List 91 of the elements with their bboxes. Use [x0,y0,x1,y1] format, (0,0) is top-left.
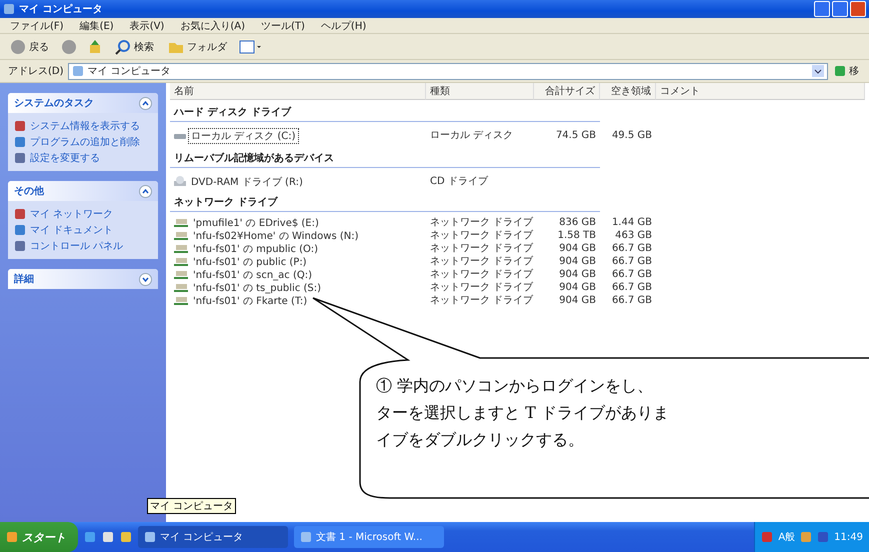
callout-text: ① 学内のパソコンからログインをし、 [376,375,654,397]
menu-item[interactable]: 編集(E) [78,18,116,32]
menu-item[interactable]: 表示(V) [128,18,166,32]
clock: 11:49 [834,532,863,542]
table-cell-text: 1.58 TB [556,229,597,242]
disc-drive-icon [174,176,186,187]
task-link[interactable]: プログラムの追加と削除 [14,135,152,149]
group-header: ハード ディスク ドライブ [170,100,600,122]
column-header[interactable]: 合計サイズ [534,83,600,100]
network-drive-icon [174,282,188,292]
table-cell-text: ネットワーク ドライブ [429,216,534,229]
up-folder-icon[interactable] [87,38,103,54]
table-cell-text: 904 GB [558,281,597,294]
collapse-chevron-icon[interactable] [139,184,152,198]
tooltip: マイ コンピュータ [147,498,236,514]
collapse-chevron-icon[interactable] [139,96,152,110]
network-drive-icon [174,230,188,240]
table-cell-text: 836 GB [558,216,597,229]
taskbar-button[interactable]: マイ コンピュータ [138,526,288,548]
panel-title: システムのタスク [14,97,94,110]
table-cell-text: 66.7 GB [610,242,653,255]
network-drive-icon [174,218,188,228]
drive-item[interactable]: DVD-RAM ドライブ (R:) [170,175,426,188]
callout-text: イブをダブルクリックする。 [376,429,585,451]
column-header[interactable]: コメント [656,83,865,100]
drive-item[interactable]: 'nfu-fs02¥Home' の Windows (N:) [170,229,426,242]
menu-item[interactable]: ツール(T) [259,18,307,32]
table-cell-text: 1.44 GB [610,216,653,229]
column-header[interactable]: 種類 [426,83,534,100]
column-header[interactable]: 空き領域 [600,83,656,100]
drive-item[interactable]: 'nfu-fs01' の Fkarte (T:) [170,294,426,307]
maximize-button[interactable] [832,1,848,17]
taskbar-button[interactable]: 文書 1 - Microsoft W... [294,526,444,548]
close-button[interactable] [850,1,866,17]
start-button[interactable]: スタート [0,522,78,552]
menu-item[interactable]: ヘルプ(H) [318,18,368,32]
search-icon [115,38,131,54]
table-cell-text: ネットワーク ドライブ [429,281,534,294]
network-drive-icon [174,256,188,266]
drive-item[interactable]: 'pmufile1' の EDrive$ (E:) [170,216,426,229]
panel-title: その他 [14,184,44,198]
views-button[interactable] [239,38,261,54]
panel-title: 詳細 [14,272,34,286]
table-cell-text: 904 GB [558,294,597,307]
group-header: リムーバブル記憶域があるデバイス [170,146,600,168]
network-drive-icon [174,296,188,306]
table-cell-text: 904 GB [558,255,597,268]
callout-text: ターを選択しますと T ドライブがありま [376,402,669,424]
table-cell-text: CD ドライブ [429,175,489,188]
table-cell-text: ネットワーク ドライブ [429,242,534,255]
task-link[interactable]: コントロール パネル [14,239,152,253]
network-drive-icon [174,244,188,254]
table-cell-text: ネットワーク ドライブ [429,229,534,242]
task-link[interactable]: システム情報を表示する [14,119,152,133]
address-value: マイ コンピュータ [88,65,171,78]
table-cell-text: ローカル ディスク [429,129,514,142]
table-cell-text: ネットワーク ドライブ [429,255,534,268]
table-cell-text: ネットワーク ドライブ [429,294,534,307]
drive-item[interactable]: 'nfu-fs01' の mpublic (O:) [170,242,426,255]
table-cell-text: 66.7 GB [610,281,653,294]
column-header[interactable]: 名前 [170,83,426,100]
menu-item[interactable]: ファイル(F) [8,18,66,32]
task-link[interactable]: マイ ドキュメント [14,223,152,237]
search-button[interactable]: 検索 [113,38,156,54]
drive-item[interactable]: 'nfu-fs01' の ts_public (S:) [170,281,426,294]
back-button[interactable]: 戻る [8,38,51,54]
table-cell-text: ネットワーク ドライブ [429,268,534,281]
drive-item[interactable]: ローカル ディスク (C:) [170,129,426,142]
address-label: アドレス(D) [8,65,64,78]
minimize-button[interactable] [814,1,830,17]
table-cell-text: 463 GB [614,229,653,242]
table-cell-text: 74.5 GB [554,129,597,142]
drive-item[interactable]: 'nfu-fs01' の scn_ac (Q:) [170,268,426,281]
table-cell-text: 66.7 GB [610,294,653,307]
table-cell-text: 66.7 GB [610,268,653,281]
table-cell-text: 904 GB [558,268,597,281]
network-drive-icon [174,270,188,280]
table-cell-text: 49.5 GB [610,129,653,142]
menu-item[interactable]: お気に入り(A) [178,18,247,32]
group-header: ネットワーク ドライブ [170,190,600,212]
address-field[interactable]: マイ コンピュータ [68,62,828,80]
table-cell-text: 904 GB [558,242,597,255]
task-link[interactable]: マイ ネットワーク [14,207,152,221]
window-title: マイ コンピュータ [19,2,102,16]
drive-item[interactable]: 'nfu-fs01' の public (P:) [170,255,426,268]
go-button[interactable]: 移 [832,64,861,78]
task-link[interactable]: 設定を変更する [14,151,152,165]
expand-chevron-icon[interactable] [139,272,152,286]
table-cell-text: 66.7 GB [610,255,653,268]
folders-button[interactable]: フォルダ [166,40,229,54]
forward-button[interactable] [61,38,77,54]
